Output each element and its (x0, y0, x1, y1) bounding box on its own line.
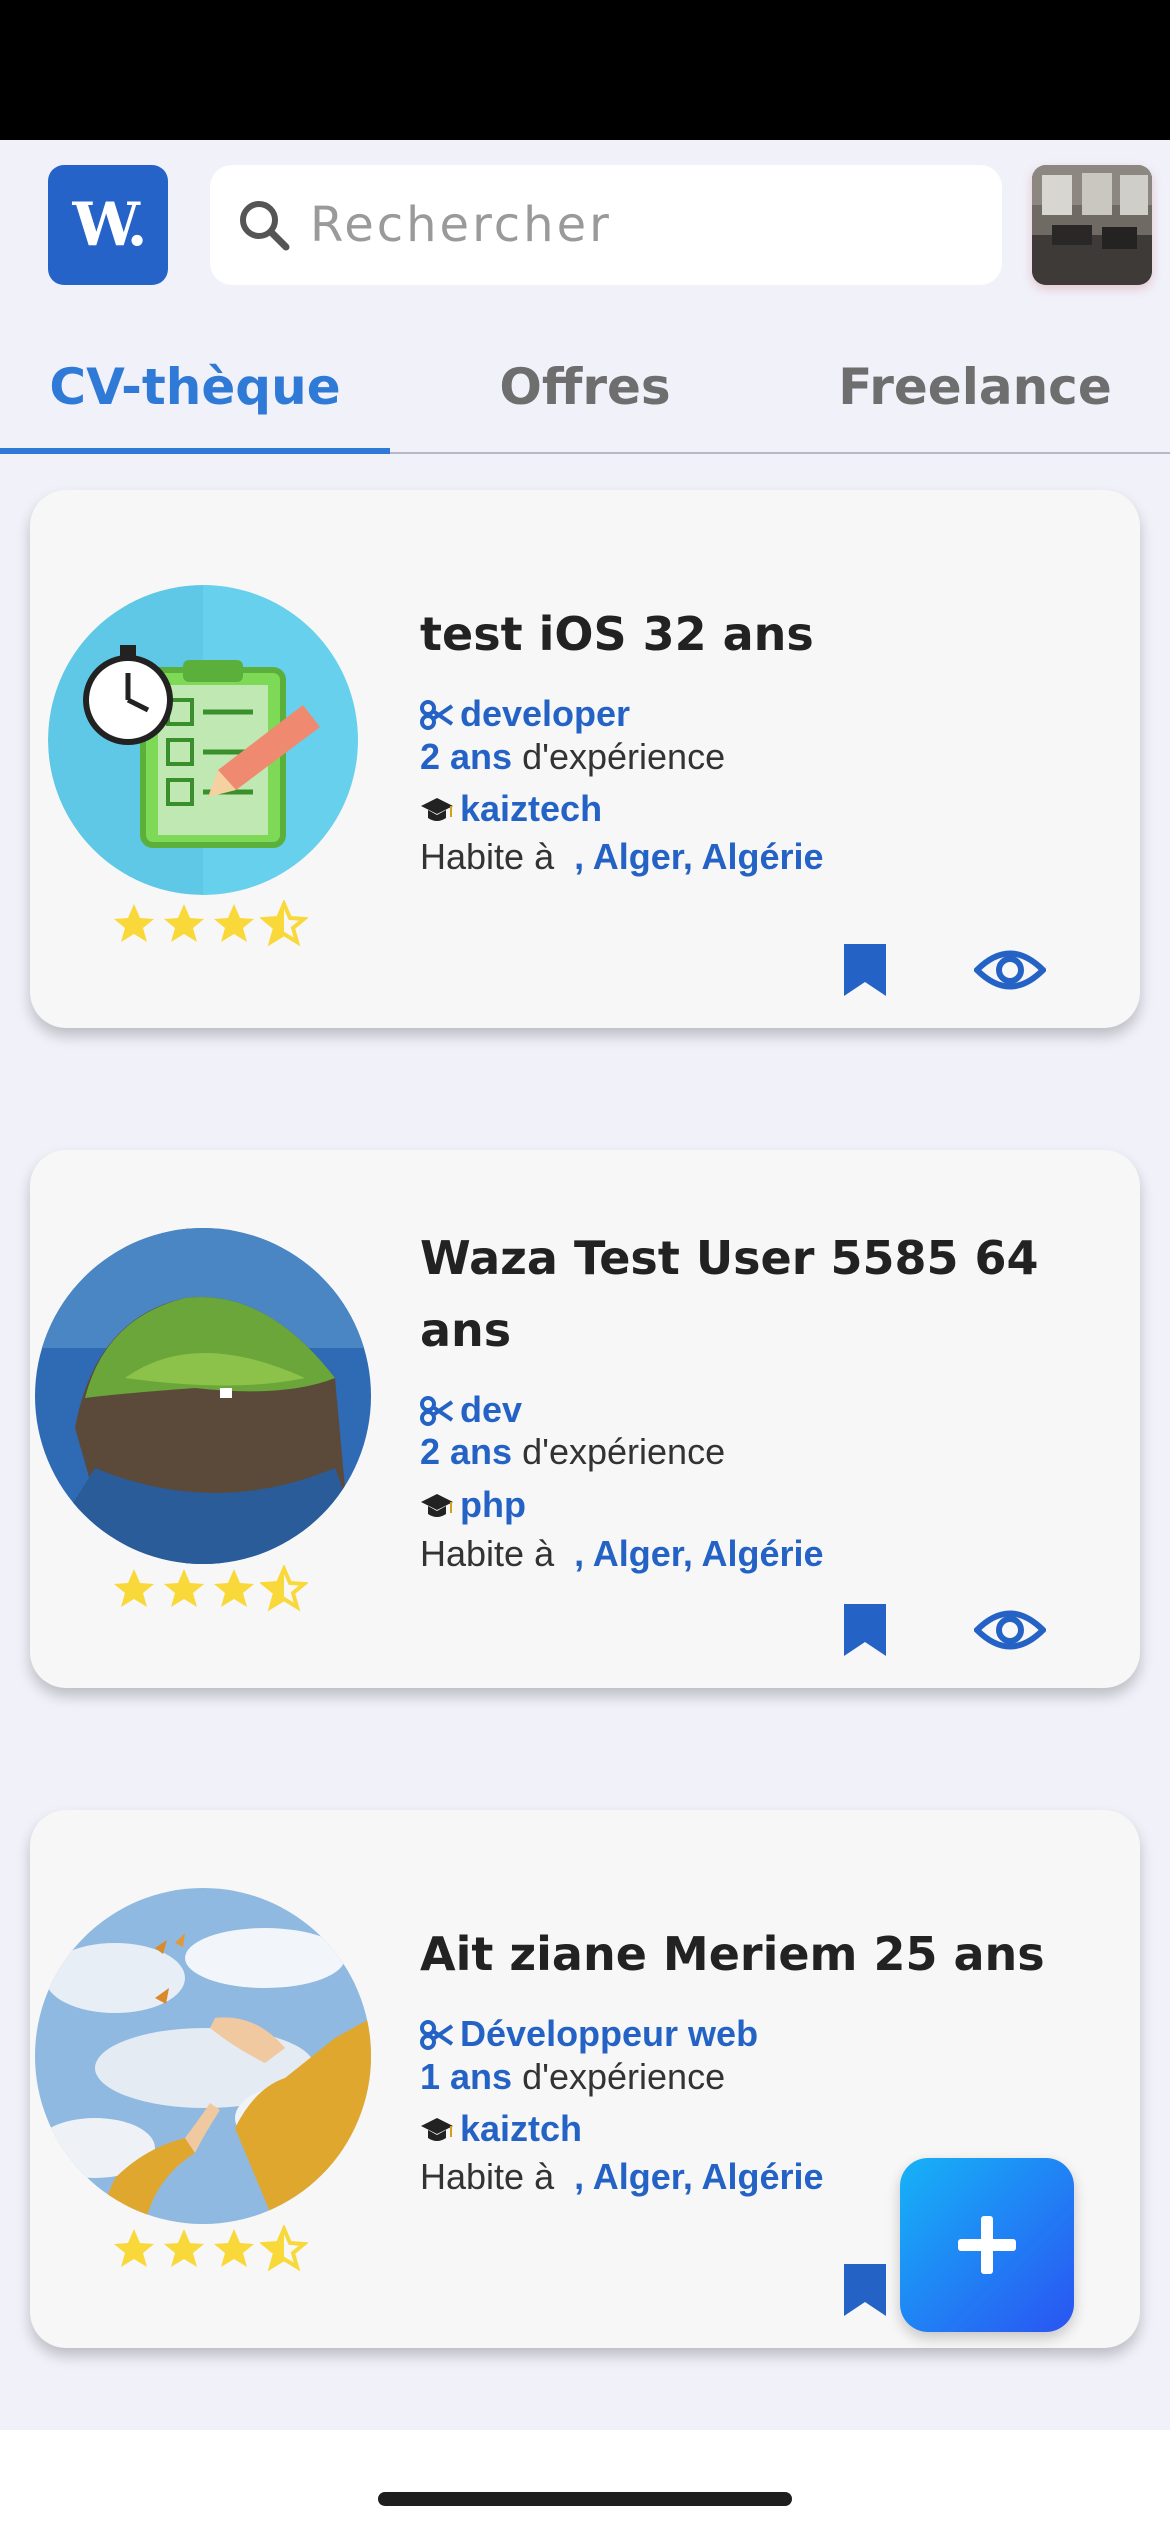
graduation-cap-icon (421, 2118, 453, 2141)
star-icon (164, 904, 204, 942)
tab-offres[interactable]: Offres (390, 320, 780, 454)
location-value: , Alger, Algérie (574, 2156, 824, 2197)
star-half-icon (260, 2225, 308, 2272)
star-icon (214, 1569, 254, 1607)
app-logo[interactable]: W. (48, 165, 168, 285)
search-bar[interactable] (210, 165, 1002, 285)
experience-value: 2 ans (420, 1431, 513, 1472)
scissors-icon (420, 1396, 454, 1426)
tab-indicator (0, 448, 390, 454)
star-icon (214, 2229, 254, 2267)
tab-cv-theque[interactable]: CV-thèque (0, 320, 390, 454)
candidate-card[interactable]: Waza Test User 5585 64 ans dev 2 ans d'e… (30, 1150, 1140, 1688)
job-line: developer (420, 692, 630, 736)
status-bar (0, 0, 1170, 140)
star-half-icon (260, 900, 308, 947)
experience-label: d'expérience (522, 736, 726, 777)
star-icon (164, 2229, 204, 2267)
search-icon (240, 201, 290, 251)
rating-stars (110, 900, 310, 950)
home-indicator-bar[interactable] (378, 2492, 792, 2506)
eye-icon[interactable] (974, 1605, 1046, 1655)
bookmark-icon[interactable] (842, 1602, 888, 1658)
star-icon (164, 1569, 204, 1607)
location-value: , Alger, Algérie (574, 836, 824, 877)
location-line: Habite à , Alger, Algérie (420, 1532, 824, 1576)
job-line: dev (420, 1388, 522, 1432)
candidate-photo (48, 585, 358, 895)
school-name: kaiztech (460, 788, 603, 829)
lives-label: Habite à (420, 1533, 555, 1574)
job-line: Développeur web (420, 2012, 758, 2056)
star-icon (114, 2229, 154, 2267)
candidate-name: Ait ziane Meriem 25 ans (420, 1927, 1045, 1981)
candidate-name: Waza Test User 5585 64 ans (420, 1231, 1039, 1357)
location-line: Habite à , Alger, Algérie (420, 2155, 824, 2199)
job-title: developer (460, 693, 631, 734)
candidate-card[interactable]: test iOS 32 ans developer 2 ans d'expéri… (30, 490, 1140, 1028)
school-line: php (420, 1483, 526, 1527)
star-icon (114, 904, 154, 942)
tab-freelance[interactable]: Freelance (780, 320, 1170, 454)
candidate-name: test iOS 32 ans (420, 607, 814, 661)
home-indicator-area (0, 2430, 1170, 2532)
experience-line: 2 ans d'expérience (420, 1430, 725, 1474)
eye-icon[interactable] (974, 945, 1046, 995)
star-icon (214, 904, 254, 942)
scissors-icon (420, 2020, 454, 2050)
location-value: , Alger, Algérie (574, 1533, 824, 1574)
experience-label: d'expérience (522, 2056, 726, 2097)
search-input[interactable] (310, 165, 980, 285)
candidate-photo (35, 1888, 371, 2224)
school-line: kaiztch (420, 2107, 582, 2151)
job-title: Développeur web (460, 2013, 759, 2054)
plus-icon (958, 2216, 1016, 2274)
rating-stars (110, 2225, 310, 2275)
scissors-icon (420, 700, 454, 730)
app-header: W. (0, 140, 1170, 300)
add-button[interactable] (900, 2158, 1074, 2332)
experience-value: 2 ans (420, 736, 513, 777)
bookmark-icon[interactable] (842, 942, 888, 998)
location-line: Habite à , Alger, Algérie (420, 835, 824, 879)
job-title: dev (460, 1389, 523, 1430)
school-line: kaiztech (420, 787, 602, 831)
school-name: kaiztch (460, 2108, 583, 2149)
rating-stars (110, 1565, 310, 1615)
graduation-cap-icon (421, 798, 453, 821)
lives-label: Habite à (420, 836, 555, 877)
school-name: php (460, 1484, 526, 1525)
experience-label: d'expérience (522, 1431, 726, 1472)
star-icon (114, 1569, 154, 1607)
graduation-cap-icon (421, 1494, 453, 1517)
star-half-icon (260, 1565, 308, 1612)
user-avatar[interactable] (1032, 165, 1152, 285)
experience-value: 1 ans (420, 2056, 513, 2097)
bookmark-icon[interactable] (842, 2262, 888, 2318)
tab-bar: CV-thèque Offres Freelance (0, 320, 1170, 454)
experience-line: 2 ans d'expérience (420, 735, 725, 779)
office-photo-image (1032, 165, 1152, 285)
lives-label: Habite à (420, 2156, 555, 2197)
experience-line: 1 ans d'expérience (420, 2055, 725, 2099)
candidate-photo (35, 1228, 371, 1564)
